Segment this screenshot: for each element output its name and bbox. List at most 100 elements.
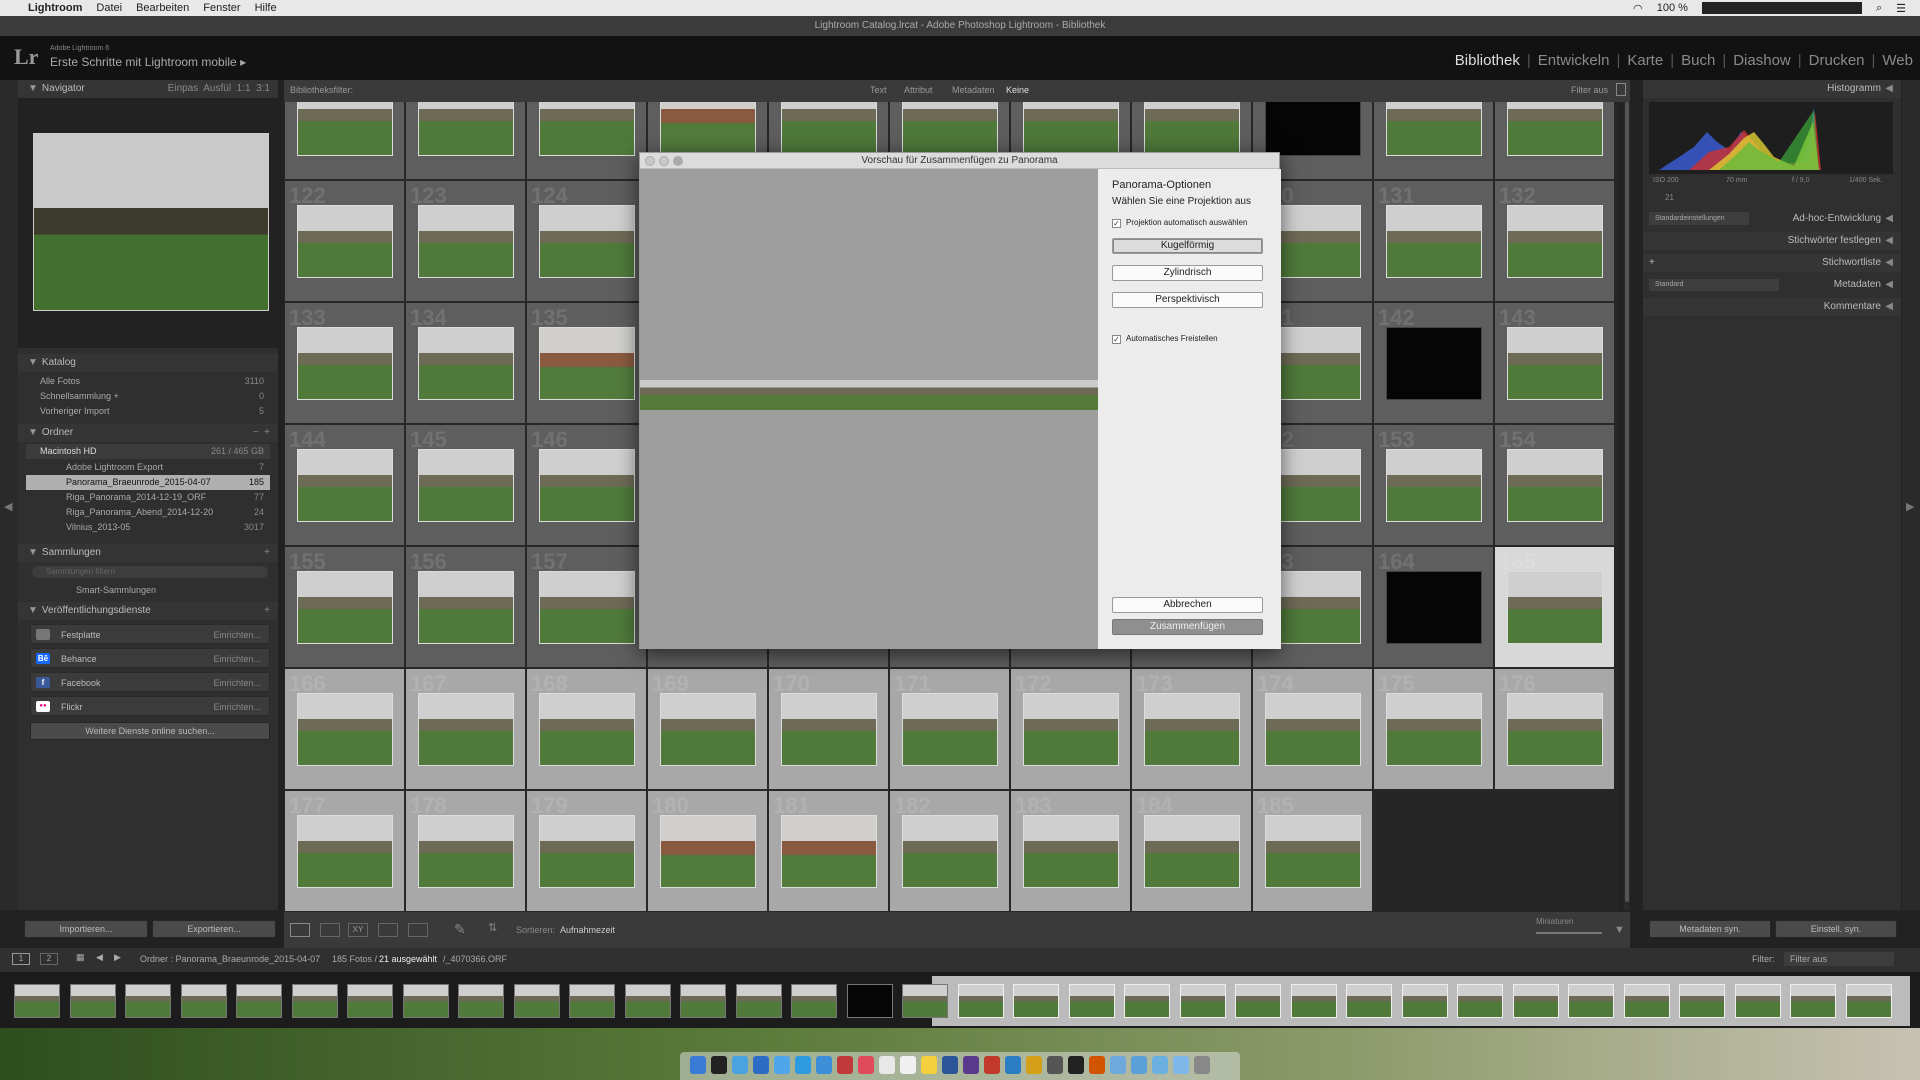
sync-metadata-button[interactable]: Metadaten syn.	[1649, 920, 1771, 938]
grid-thumbnail[interactable]	[297, 205, 393, 278]
import-button[interactable]: Importieren...	[24, 920, 148, 938]
grid-cell[interactable]	[1373, 102, 1494, 180]
grid-cell[interactable]: 173	[1131, 668, 1252, 790]
filmstrip-thumbnail[interactable]	[1290, 984, 1337, 1018]
filmstrip-thumbnail[interactable]	[791, 984, 837, 1018]
filmstrip-thumbnail[interactable]	[1124, 984, 1170, 1018]
filmstrip-thumbnail[interactable]	[569, 984, 615, 1018]
publish-festplatte[interactable]: Festplatte Einrichten...	[30, 624, 270, 644]
dock-app-icon[interactable]	[984, 1056, 1000, 1074]
katalog-item[interactable]: Vorheriger Import 5	[26, 404, 270, 419]
grid-cell[interactable]: 170	[768, 668, 889, 790]
grid-thumbnail[interactable]	[418, 693, 514, 766]
grid-cell[interactable]: 175	[1373, 668, 1494, 790]
grid-thumbnail[interactable]	[781, 693, 877, 766]
filmstrip-thumbnail[interactable]	[1623, 984, 1670, 1018]
dock-app-icon[interactable]	[690, 1056, 706, 1074]
filmstrip-thumbnail[interactable]	[1790, 984, 1836, 1018]
filter-tab-attribut[interactable]: Attribut	[904, 85, 933, 95]
filter-tab-keine[interactable]: Keine	[1006, 85, 1029, 95]
sync-settings-button[interactable]: Einstell. syn.	[1775, 920, 1897, 938]
grid-scrollbar[interactable]	[1624, 102, 1630, 910]
grid-cell[interactable]: 183	[1010, 790, 1131, 912]
sort-select[interactable]: Aufnahmezeit	[560, 925, 615, 935]
painter-icon[interactable]: ✎	[454, 921, 466, 938]
grid-thumbnail[interactable]	[1386, 571, 1482, 644]
grid-thumbnail[interactable]	[1144, 693, 1240, 766]
grid-cell[interactable]: 122	[284, 180, 405, 302]
grid-cell[interactable]: 132	[1494, 180, 1615, 302]
filmstrip-thumbnail[interactable]	[1346, 984, 1392, 1018]
grid-cell[interactable]	[526, 102, 647, 180]
grid-thumbnail[interactable]	[1144, 102, 1240, 156]
back-arrow-icon[interactable]: ◀	[96, 952, 103, 963]
grid-cell[interactable]: 181	[768, 790, 889, 912]
filmstrip-thumbnail[interactable]	[624, 984, 671, 1018]
grid-thumbnail[interactable]	[539, 102, 635, 156]
filmstrip-thumbnail[interactable]	[1068, 984, 1115, 1018]
dock-app-icon[interactable]	[858, 1056, 874, 1074]
dock-app-icon[interactable]	[942, 1056, 958, 1074]
export-button[interactable]: Exportieren...	[152, 920, 276, 938]
grid-thumbnail[interactable]	[418, 571, 514, 644]
grid-cell[interactable]: 156	[405, 546, 526, 668]
spherical-button[interactable]: Kugelförmig	[1112, 238, 1263, 254]
grid-thumbnail[interactable]	[1386, 102, 1482, 156]
folder-item[interactable]: Riga_Panorama_Abend_2014-12-20 24	[26, 505, 270, 520]
histogram-chart[interactable]	[1649, 102, 1893, 174]
folder-item[interactable]: Adobe Lightroom Export 7	[26, 460, 270, 475]
grid-thumbnail[interactable]	[781, 815, 877, 888]
filmstrip-thumbnail[interactable]	[125, 984, 171, 1018]
close-window-icon[interactable]	[645, 156, 655, 166]
filmstrip-thumbnail[interactable]	[180, 984, 227, 1018]
publish-flickr[interactable]: ●● Flickr Einrichten...	[30, 696, 270, 716]
filter-preset[interactable]: Filter aus	[1571, 85, 1608, 95]
filmstrip-thumbnail[interactable]	[69, 984, 116, 1018]
dock-app-icon[interactable]	[711, 1056, 727, 1074]
grid-cell[interactable]: 146	[526, 424, 647, 546]
grid-thumbnail[interactable]	[1507, 327, 1603, 400]
grid-thumbnail[interactable]	[660, 815, 756, 888]
mobile-tagline[interactable]: Erste Schritte mit Lightroom mobile ▸	[50, 55, 246, 69]
filmstrip-thumbnail[interactable]	[735, 984, 782, 1018]
grid-cell[interactable]: 135	[526, 302, 647, 424]
filmstrip-thumbnail[interactable]	[902, 984, 948, 1018]
dock-app-icon[interactable]	[1068, 1056, 1084, 1074]
survey-view-icon[interactable]	[378, 923, 398, 937]
wifi-icon[interactable]: ◠	[1633, 2, 1643, 15]
quick-develop-header[interactable]: Ad-hoc-Entwicklung ◀	[1753, 210, 1901, 228]
grid-thumbnail[interactable]	[539, 205, 635, 278]
toolbar-menu-chevron-icon[interactable]: ▼	[1614, 924, 1625, 936]
grid-thumbnail[interactable]	[660, 102, 756, 156]
filter-tab-metadaten[interactable]: Metadaten	[952, 85, 995, 95]
grid-cell[interactable]: 144	[284, 424, 405, 546]
module-web[interactable]: Web	[1875, 52, 1920, 69]
sammlungen-header[interactable]: ▼ Sammlungen +	[18, 544, 278, 562]
forward-arrow-icon[interactable]: ▶	[114, 952, 121, 963]
grid-icon[interactable]: ▦	[76, 952, 85, 963]
grid-thumbnail[interactable]	[1386, 693, 1482, 766]
grid-cell[interactable]: 133	[284, 302, 405, 424]
histogram-header[interactable]: Histogramm ◀	[1643, 80, 1901, 98]
people-view-icon[interactable]	[408, 923, 428, 937]
dock-app-icon[interactable]	[963, 1056, 979, 1074]
grid-cell[interactable]: 142	[1373, 302, 1494, 424]
menu-bearbeiten[interactable]: Bearbeiten	[136, 2, 189, 14]
filmstrip-thumbnail[interactable]	[957, 984, 1004, 1018]
grid-cell[interactable]: 166	[284, 668, 405, 790]
filmstrip-thumbnail[interactable]	[1401, 984, 1448, 1018]
katalog-item[interactable]: Alle Fotos 3110	[26, 374, 270, 389]
grid-cell[interactable]: 171	[889, 668, 1010, 790]
grid-cell[interactable]: 176	[1494, 668, 1615, 790]
battery-label[interactable]: 100 %	[1657, 2, 1688, 14]
katalog-header[interactable]: ▼ Katalog	[18, 354, 278, 372]
grid-cell[interactable]: 180	[647, 790, 768, 912]
grid-view-icon[interactable]	[290, 923, 310, 937]
grid-thumbnail[interactable]	[418, 102, 514, 156]
grid-thumbnail[interactable]	[660, 693, 756, 766]
filmstrip-thumbnail[interactable]	[1235, 984, 1281, 1018]
source-path[interactable]: Ordner : Panorama_Braeunrode_2015-04-07	[140, 954, 320, 964]
grid-cell[interactable]: 143	[1494, 302, 1615, 424]
grid-thumbnail[interactable]	[539, 571, 635, 644]
grid-thumbnail[interactable]	[539, 327, 635, 400]
